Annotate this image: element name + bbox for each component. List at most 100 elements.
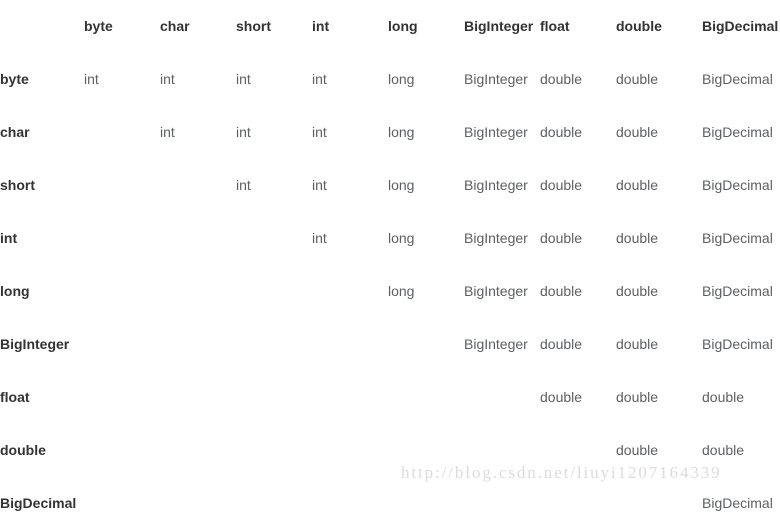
result-cell <box>464 371 540 424</box>
result-cell <box>388 477 464 530</box>
result-cell: double <box>540 283 583 300</box>
result-cell <box>388 371 464 424</box>
result-cell: int <box>312 177 327 194</box>
column-header-bigdecimal: BigDecimal <box>702 18 779 35</box>
result-cell <box>160 159 236 212</box>
result-cell: int <box>312 124 327 141</box>
column-header-int: int <box>312 18 330 35</box>
table-header: byte char short int long BigInteger float doubl… <box>0 0 780 53</box>
result-cell: double <box>540 124 583 141</box>
row-header-bigdecimal: BigDecimal <box>0 495 77 512</box>
result-cell: double <box>540 177 583 194</box>
result-cell <box>160 477 236 530</box>
result-cell <box>464 424 540 477</box>
result-cell: int <box>236 124 251 141</box>
result-cell <box>84 212 160 265</box>
result-cell: double <box>616 230 659 247</box>
column-header-biginteger: BigInteger <box>464 18 534 35</box>
result-cell <box>236 212 312 265</box>
result-cell: long <box>388 124 415 141</box>
result-cell <box>312 318 388 371</box>
result-cell: BigInteger <box>464 336 528 353</box>
result-cell: double <box>702 389 745 406</box>
column-header-float: float <box>540 18 570 35</box>
result-cell: double <box>540 336 583 353</box>
result-cell: double <box>702 442 745 459</box>
result-cell: double <box>616 283 659 300</box>
result-cell <box>312 371 388 424</box>
result-cell: int <box>236 177 251 194</box>
result-cell <box>312 477 388 530</box>
result-cell <box>540 424 616 477</box>
column-header-byte: byte <box>84 18 113 35</box>
table-row: char int int int long BigInteger double double B… <box>0 106 780 159</box>
table-body: byte int int int int long BigInteger double doub… <box>0 53 780 530</box>
table-row: short int int long BigInteger double double Big… <box>0 159 780 212</box>
result-cell <box>84 106 160 159</box>
result-cell: long <box>388 177 415 194</box>
result-cell: double <box>616 389 659 406</box>
row-header-int: int <box>0 230 18 247</box>
result-cell: double <box>540 71 583 88</box>
table-row: double double double <box>0 424 780 477</box>
result-cell <box>84 477 160 530</box>
row-header-double: double <box>0 442 46 459</box>
result-cell: int <box>236 71 251 88</box>
table-row: byte int int int int long BigInteger double doub… <box>0 53 780 106</box>
result-cell <box>84 318 160 371</box>
result-cell: BigDecimal <box>702 283 773 300</box>
result-cell <box>540 477 616 530</box>
result-cell <box>236 371 312 424</box>
row-header-float: float <box>0 389 30 406</box>
result-cell <box>160 265 236 318</box>
result-cell <box>312 265 388 318</box>
result-cell: double <box>616 124 659 141</box>
column-header-char: char <box>160 18 190 35</box>
column-header-long: long <box>388 18 418 35</box>
column-header-short: short <box>236 18 271 35</box>
result-cell: long <box>388 283 415 300</box>
result-cell: int <box>312 71 327 88</box>
result-cell <box>160 371 236 424</box>
result-cell: BigDecimal <box>702 177 773 194</box>
row-header-short: short <box>0 177 35 194</box>
result-cell <box>160 318 236 371</box>
table-row: int int long BigInteger double double BigDecim… <box>0 212 780 265</box>
table-row: float double double double <box>0 371 780 424</box>
result-cell <box>160 424 236 477</box>
result-cell: double <box>616 336 659 353</box>
row-header-long: long <box>0 283 30 300</box>
result-cell: long <box>388 230 415 247</box>
result-cell <box>84 371 160 424</box>
result-cell <box>236 424 312 477</box>
result-cell: BigDecimal <box>702 230 773 247</box>
table-row: long long BigInteger double double BigDecimal <box>0 265 780 318</box>
row-header-biginteger: BigInteger <box>0 336 70 353</box>
result-cell: BigDecimal <box>702 124 773 141</box>
result-cell: BigInteger <box>464 177 528 194</box>
result-cell <box>616 477 702 530</box>
result-cell: BigDecimal <box>702 336 773 353</box>
result-cell <box>236 318 312 371</box>
result-cell: BigInteger <box>464 71 528 88</box>
result-cell <box>84 159 160 212</box>
result-cell: int <box>312 230 327 247</box>
result-cell <box>388 318 464 371</box>
result-cell: double <box>616 442 659 459</box>
result-cell <box>84 424 160 477</box>
table-row: BigInteger BigInteger double double BigDecim… <box>0 318 780 371</box>
result-cell: double <box>616 177 659 194</box>
result-cell: BigInteger <box>464 124 528 141</box>
result-cell <box>236 477 312 530</box>
result-cell: double <box>540 230 583 247</box>
result-cell: int <box>84 71 99 88</box>
table-row: BigDecimal BigDecimal <box>0 477 780 530</box>
result-cell <box>160 212 236 265</box>
result-cell: BigInteger <box>464 283 528 300</box>
type-promotion-table: byte char short int long BigInteger float doubl… <box>0 0 780 530</box>
result-cell: double <box>540 389 583 406</box>
column-header-double: double <box>616 18 662 35</box>
result-cell <box>84 265 160 318</box>
table-corner-cell <box>0 0 84 53</box>
result-cell: BigDecimal <box>702 71 773 88</box>
